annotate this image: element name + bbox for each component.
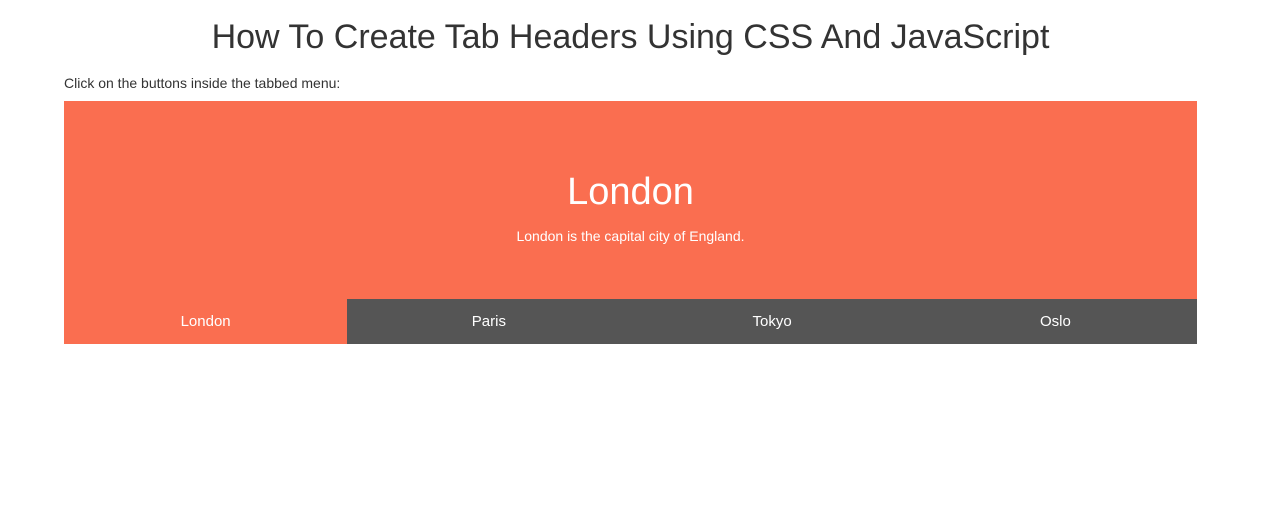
tab-content: London London is the capital city of Eng…	[64, 101, 1197, 299]
tab-tokyo[interactable]: Tokyo	[631, 299, 914, 344]
content-title: London	[84, 171, 1177, 214]
tab-buttons-row: London Paris Tokyo Oslo	[64, 299, 1197, 344]
tab-london[interactable]: London	[64, 299, 347, 344]
content-description: London is the capital city of England.	[84, 228, 1177, 244]
instruction-text: Click on the buttons inside the tabbed m…	[64, 75, 1261, 91]
tab-oslo[interactable]: Oslo	[914, 299, 1197, 344]
page-title: How To Create Tab Headers Using CSS And …	[0, 18, 1261, 57]
tab-wrapper: London London is the capital city of Eng…	[64, 101, 1197, 344]
tab-paris[interactable]: Paris	[347, 299, 630, 344]
